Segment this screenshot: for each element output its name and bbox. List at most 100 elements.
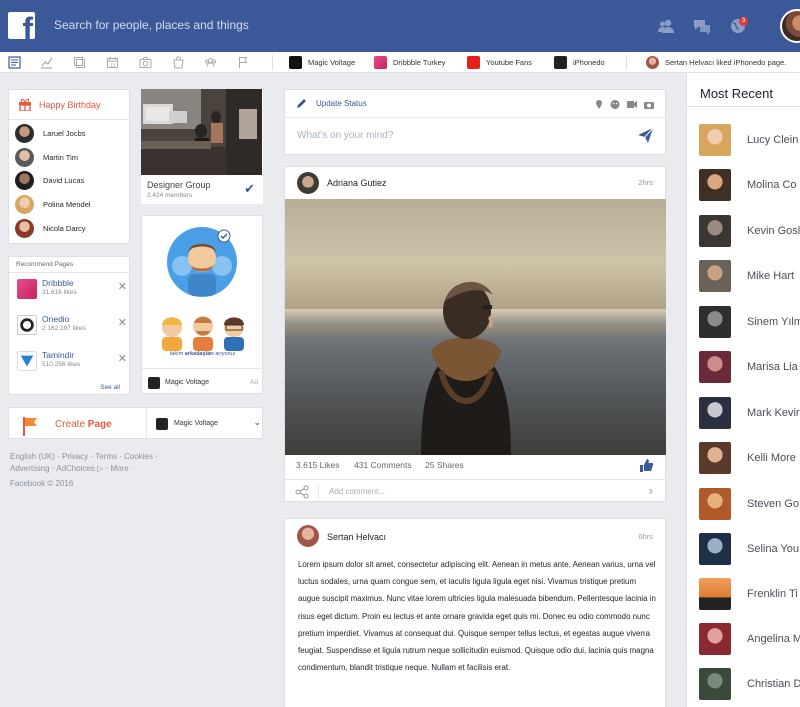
shopping-bag-icon[interactable] bbox=[172, 56, 185, 69]
post-card: Sertan Helvacı 6hrs Lorem ipsum dolor si… bbox=[284, 518, 666, 707]
checkmark-icon[interactable]: ✔ bbox=[244, 181, 255, 197]
divider bbox=[142, 368, 262, 369]
divider bbox=[626, 55, 627, 70]
footer-links[interactable]: Advertising · AdChoices ▷ · More · bbox=[10, 464, 134, 473]
contact-item[interactable]: Sinem Yılm bbox=[699, 306, 800, 338]
shortcut-page-youtube-fans[interactable]: Youtube Fans bbox=[467, 55, 532, 70]
group-members: 2.424 members bbox=[147, 192, 193, 199]
avatar bbox=[15, 124, 34, 143]
send-icon[interactable] bbox=[637, 127, 654, 144]
contact-item[interactable]: Christian D bbox=[699, 668, 800, 700]
divider bbox=[9, 272, 129, 273]
avatar bbox=[699, 488, 731, 520]
comments-count[interactable]: 431 Comments bbox=[354, 460, 412, 470]
contact-item[interactable]: Mark Kevin bbox=[699, 397, 800, 429]
birthday-title: Happy Birthday bbox=[39, 100, 101, 110]
shares-count[interactable]: 25 Shares bbox=[425, 460, 464, 470]
see-all-link[interactable]: See all bbox=[100, 384, 120, 391]
avatar bbox=[699, 578, 731, 610]
divider bbox=[285, 117, 665, 118]
magic-voltage-logo bbox=[148, 377, 160, 389]
contact-item[interactable]: Lucy Clein bbox=[699, 124, 800, 156]
avatar bbox=[699, 533, 731, 565]
status-options-icons[interactable] bbox=[595, 99, 655, 110]
dribbble-logo bbox=[17, 279, 37, 299]
avatar bbox=[699, 306, 731, 338]
camera-icon[interactable] bbox=[139, 56, 152, 69]
author-avatar[interactable] bbox=[297, 172, 319, 194]
chevron-right-icon[interactable]: › bbox=[649, 483, 653, 498]
avatar bbox=[699, 397, 731, 429]
like-icon[interactable] bbox=[639, 458, 654, 473]
search-input[interactable]: Search for people, places and things bbox=[54, 18, 249, 32]
dismiss-icon[interactable]: ✕ bbox=[118, 280, 127, 293]
dismiss-icon[interactable]: ✕ bbox=[118, 352, 127, 365]
recommend-page-item[interactable]: Dribbble 31.616 likes ✕ bbox=[17, 276, 127, 304]
contact-item[interactable]: Steven Go bbox=[699, 488, 800, 520]
page-selector[interactable]: Magic Voltage ⌄ bbox=[146, 408, 267, 440]
shortcut-bar: 10 Magic Voltage Dribbble Turkey Youtube… bbox=[0, 52, 800, 73]
post-author[interactable]: Adriana Gutiez bbox=[327, 178, 387, 188]
recommend-page-item[interactable]: Tamindir 510.256 likes ✕ bbox=[17, 348, 127, 376]
onedio-logo bbox=[17, 315, 37, 335]
avatar bbox=[699, 169, 731, 201]
birthday-card: Happy Birthday Laruel Jocbs Martin Tim D… bbox=[8, 89, 130, 244]
create-page-button[interactable]: Create Page bbox=[55, 419, 112, 430]
ad-page-name[interactable]: Magic Voltage bbox=[165, 379, 209, 386]
avatar bbox=[15, 195, 34, 214]
post-time: 6hrs bbox=[638, 532, 653, 541]
friend-requests-icon[interactable] bbox=[656, 16, 676, 36]
flag-icon[interactable] bbox=[237, 56, 250, 69]
pages-icon[interactable] bbox=[73, 56, 86, 69]
recommend-page-item[interactable]: Onedio 2.162.197 likes ✕ bbox=[17, 312, 127, 340]
divider bbox=[272, 55, 273, 70]
profile-avatar[interactable] bbox=[780, 9, 800, 43]
chart-icon[interactable] bbox=[40, 56, 53, 69]
shortcut-page-iphonedo[interactable]: iPhonedo bbox=[554, 55, 605, 70]
chevron-down-icon[interactable]: ⌄ bbox=[253, 417, 261, 428]
post-author[interactable]: Sertan Helvacı bbox=[327, 532, 386, 542]
news-feed-icon[interactable] bbox=[8, 56, 21, 69]
avatar bbox=[699, 124, 731, 156]
likes-count[interactable]: 3.615 Likes bbox=[296, 460, 339, 470]
avatar bbox=[699, 623, 731, 655]
contact-item[interactable]: Kevin Gosl bbox=[699, 215, 800, 247]
avatar bbox=[15, 219, 34, 238]
contact-item[interactable]: Frenklin Ti bbox=[699, 578, 800, 610]
footer-links[interactable]: English (UK) · Privacy · Terms · Cookies… bbox=[10, 452, 158, 461]
author-avatar[interactable] bbox=[297, 525, 319, 547]
comment-input[interactable]: Add comment... bbox=[329, 487, 385, 496]
post-photo[interactable] bbox=[285, 199, 666, 455]
group-photo bbox=[141, 89, 262, 175]
svg-text:10: 10 bbox=[110, 63, 116, 68]
calendar-icon[interactable]: 10 bbox=[106, 56, 119, 69]
status-input[interactable]: What's on your mind? bbox=[297, 130, 393, 141]
ad-caption: takım arkadaşları arıyoruz bbox=[169, 351, 236, 357]
contact-item[interactable]: Angelina M bbox=[699, 623, 800, 655]
facebook-logo[interactable]: f bbox=[8, 12, 35, 39]
contact-item[interactable]: Selina You bbox=[699, 533, 800, 565]
user-avatar bbox=[646, 56, 659, 69]
dismiss-icon[interactable]: ✕ bbox=[118, 316, 127, 329]
contact-item[interactable]: Marisa Lia bbox=[699, 351, 800, 383]
team-illustration bbox=[167, 227, 237, 297]
shortcut-page-magic-voltage[interactable]: Magic Voltage bbox=[289, 55, 355, 70]
contact-item[interactable]: Kelli More bbox=[699, 442, 800, 474]
activity-notice[interactable]: Sertan Helvacı liked iPhonedo page. bbox=[646, 55, 786, 70]
ad-label: Ad bbox=[250, 379, 258, 386]
contact-item[interactable]: Mike Hart bbox=[699, 260, 800, 292]
contact-item[interactable]: Molina Co bbox=[699, 169, 800, 201]
group-card[interactable]: Designer Group 2.424 members ✔ bbox=[141, 89, 263, 204]
create-page-bar: Create Page Magic Voltage ⌄ bbox=[8, 407, 263, 440]
messages-icon[interactable] bbox=[692, 16, 712, 36]
ad-card[interactable]: takım arkadaşları arıyoruz Magic Voltage… bbox=[141, 215, 263, 394]
groups-icon[interactable] bbox=[204, 56, 217, 69]
recommend-title: Recommend Pages bbox=[16, 261, 74, 268]
comment-bar: Add comment... › bbox=[285, 479, 665, 503]
post-time: 2hrs bbox=[638, 178, 653, 187]
share-icon[interactable] bbox=[295, 485, 309, 499]
shortcut-page-dribbble-turkey[interactable]: Dribbble Turkey bbox=[374, 55, 446, 70]
recommend-pages-card: Recommend Pages Dribbble 31.616 likes ✕ O… bbox=[8, 256, 130, 395]
magic-voltage-logo bbox=[289, 56, 302, 69]
update-status-tab[interactable]: Update Status bbox=[316, 99, 367, 108]
